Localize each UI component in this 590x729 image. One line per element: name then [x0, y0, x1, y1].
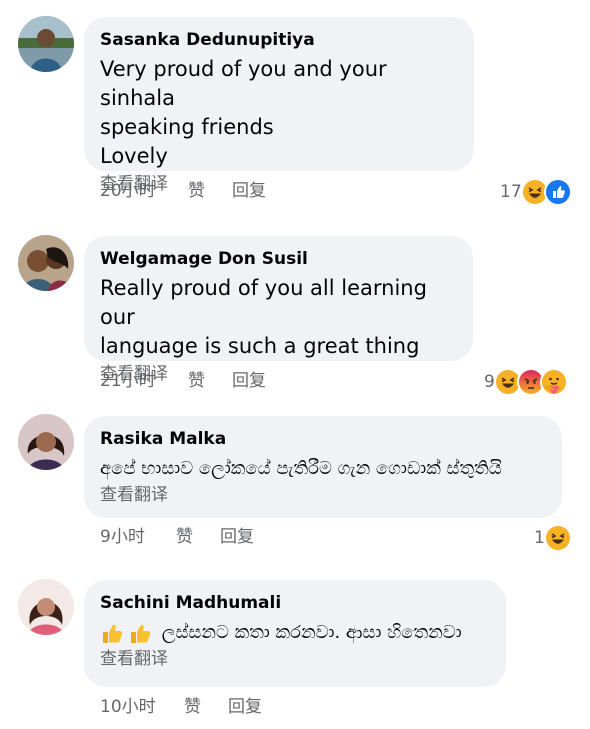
avatar[interactable] [18, 579, 74, 635]
comment-author[interactable]: Sachini Madhumali [100, 592, 490, 614]
reaction-summary[interactable]: 17 [500, 178, 572, 206]
comment-text-row: ලස්සනට කතා කරනවා. ආසා හිතෙනවා [100, 620, 490, 646]
like-button[interactable]: 赞 [176, 526, 220, 548]
like-icon [543, 178, 572, 206]
comment-text: Very proud of you and your sinhala speak… [100, 57, 387, 168]
avatar-photo [18, 414, 74, 470]
comment-timestamp[interactable]: 21小时 [100, 370, 188, 392]
comment-meta: 10小时赞回复 [100, 696, 262, 718]
comment-meta: 9小时赞回复 [100, 526, 254, 548]
comment-bubble: Sachini Madhumali ලස්සනට කතා කරනවා. ආසා … [84, 580, 506, 687]
care-icon [539, 368, 568, 396]
comment-thread: Sasanka Dedunupitiya Very proud of you a… [0, 0, 590, 729]
comment-author[interactable]: Welgamage Don Susil [100, 248, 457, 270]
reply-button[interactable]: 回复 [220, 526, 254, 548]
comment-text: ලස්සනට කතා කරනවා. ආසා හිතෙනවා [161, 622, 462, 643]
reply-button[interactable]: 回复 [232, 370, 266, 392]
comment-timestamp[interactable]: 9小时 [100, 526, 176, 548]
like-button[interactable]: 赞 [184, 696, 228, 718]
comment-bubble: Welgamage Don Susil Really proud of you … [84, 236, 473, 384]
avatar[interactable] [18, 235, 74, 291]
comment-author[interactable]: Sasanka Dedunupitiya [100, 29, 458, 51]
see-translation-link[interactable]: 查看翻译 [100, 484, 168, 506]
comment-meta: 20小时赞回复 [100, 180, 266, 202]
reaction-summary[interactable]: 1 [534, 524, 572, 552]
thumbs-up-emoji [128, 620, 154, 646]
reply-button[interactable]: 回复 [228, 696, 262, 718]
see-translation-link[interactable]: 查看翻译 [100, 648, 168, 670]
comment-timestamp[interactable]: 10小时 [100, 696, 184, 718]
avatar-photo [18, 235, 74, 291]
reaction-count: 17 [500, 182, 522, 202]
like-button[interactable]: 赞 [188, 370, 232, 392]
avatar-photo [18, 16, 74, 72]
comment-bubble: Rasika Malka අපේ භාසාව ලෝකයේ පැතිරීම ගැන… [84, 416, 562, 518]
reaction-summary[interactable]: 9 [484, 368, 568, 396]
comment-text: අපේ භාසාව ලෝකයේ පැතිරීම ගැන ගොඩාක් ස්තුත… [100, 458, 502, 479]
comment-meta: 21小时赞回复 [100, 370, 266, 392]
haha-icon [543, 524, 572, 552]
avatar[interactable] [18, 414, 74, 470]
reply-button[interactable]: 回复 [232, 180, 266, 202]
comment-text: Really proud of you all learning our lan… [100, 276, 427, 358]
like-button[interactable]: 赞 [188, 180, 232, 202]
comment-timestamp[interactable]: 20小时 [100, 180, 188, 202]
avatar[interactable] [18, 16, 74, 72]
thumbs-up-emoji [100, 620, 126, 646]
comment-bubble: Sasanka Dedunupitiya Very proud of you a… [84, 17, 474, 194]
comment-author[interactable]: Rasika Malka [100, 428, 546, 450]
avatar-photo [18, 579, 74, 635]
